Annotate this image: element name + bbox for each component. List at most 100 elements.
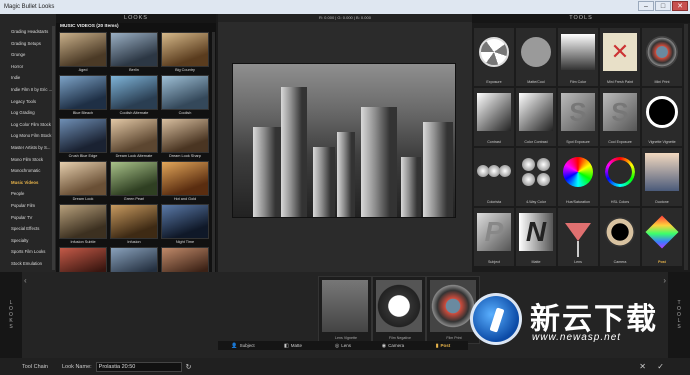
look-thumbnail[interactable]: Big Country	[161, 32, 209, 74]
sidebar-item[interactable]: Popular TV	[0, 212, 56, 224]
look-name-label: Look Name:	[62, 363, 92, 370]
sidebar-item[interactable]: Popular Film	[0, 200, 56, 212]
look-thumbnail[interactable]: Dream Look Alternate	[110, 118, 158, 160]
look-thumbnail[interactable]: Coolish Alternate	[110, 75, 158, 117]
watermark-logo-icon	[470, 293, 522, 345]
sidebar-item[interactable]: Sports Film Looks	[0, 246, 56, 258]
look-name-input[interactable]: Prolastia 20:50	[95, 361, 182, 372]
tools-scrollbar[interactable]	[684, 24, 688, 270]
tool-grad-diag[interactable]: Color Contrast	[516, 88, 556, 146]
close-button[interactable]: ✕	[672, 1, 688, 11]
tool-film-badge[interactable]: Mini Print	[642, 28, 682, 86]
minimize-button[interactable]: –	[638, 1, 654, 11]
tool-letter-p[interactable]: P Subject	[474, 208, 514, 266]
four-way-icon	[518, 150, 554, 194]
tool-disc-gray[interactable]: Matte/Cool	[516, 28, 556, 86]
looks-vertical-tab[interactable]: LOOKS	[0, 272, 22, 358]
sidebar-item[interactable]: Master Artists by S...	[0, 142, 56, 154]
ok-check-icon[interactable]: ✓	[657, 362, 664, 371]
three-way-icon	[476, 150, 512, 194]
title-bar: Magic Bullet Looks – □ ✕	[0, 0, 690, 14]
tool-chain-label[interactable]: Tool Chain	[0, 364, 48, 370]
tab-post[interactable]: ▮ Post	[418, 341, 468, 350]
tool-four-way[interactable]: 4-Way Color	[516, 148, 556, 206]
look-thumbnail[interactable]: Night Time	[161, 204, 209, 246]
tool-letter-s[interactable]: S Spot Exposure	[558, 88, 598, 146]
letter-n-icon: N	[518, 210, 554, 254]
tool-glass[interactable]: Lens	[558, 208, 598, 266]
tool-label: Mini Print	[654, 80, 670, 84]
grad-v-icon	[560, 30, 596, 74]
tool-label: 4-Way Color	[526, 200, 546, 204]
sidebar-item[interactable]: Special Effects	[0, 223, 56, 235]
chevron-right-icon[interactable]: ›	[663, 276, 666, 285]
look-thumbnail[interactable]: Infusion	[110, 204, 158, 246]
sidebar-item[interactable]: Indie Film II by Eric ...	[0, 84, 56, 96]
tool-three-way[interactable]: Colorista	[474, 148, 514, 206]
letter-p-icon: P	[476, 210, 512, 254]
sidebar-item[interactable]: Grunge	[0, 49, 56, 61]
sidebar-item[interactable]: Log Grading	[0, 107, 56, 119]
sidebar-scrollbar[interactable]	[52, 26, 55, 270]
sidebar-item[interactable]: Legacy Tools	[0, 96, 56, 108]
tool-label: Cool Exposure	[608, 140, 632, 144]
tool-color-ring[interactable]: HSL Colors	[600, 148, 640, 206]
look-thumbnail[interactable]: Hot and Gold	[161, 161, 209, 203]
look-thumbnail[interactable]: Green Pearl	[110, 161, 158, 203]
cube-icon	[644, 210, 680, 254]
tool-grad-diag[interactable]: Contrast	[474, 88, 514, 146]
look-preview-image	[59, 118, 107, 153]
chevron-left-icon[interactable]: ‹	[24, 276, 27, 285]
sidebar-item[interactable]: Specialty	[0, 235, 56, 247]
tool-label: Lens	[574, 260, 582, 264]
tool-ring[interactable]: Vignette Vignette	[642, 88, 682, 146]
chain-slot[interactable]: Film Negative	[372, 276, 426, 344]
sidebar-item[interactable]: Log Color Film Stock	[0, 119, 56, 131]
look-thumbnail[interactable]: Crush Blue Edge	[59, 118, 107, 160]
tool-aperture[interactable]: Exposure	[474, 28, 514, 86]
look-preview-image	[59, 161, 107, 196]
tool-label: Hue/Saturation	[566, 200, 590, 204]
tool-cam-ring[interactable]: Camera	[600, 208, 640, 266]
looks-scrollbar[interactable]	[212, 32, 215, 272]
tab-matte[interactable]: ◧ Matte	[268, 341, 318, 350]
sidebar-item[interactable]: Indie	[0, 72, 56, 84]
reset-icon[interactable]: ↻	[186, 363, 192, 371]
maximize-button[interactable]: □	[655, 1, 671, 11]
tab-subject[interactable]: 👤 Subject	[218, 341, 268, 350]
sidebar-item[interactable]: Music Videos	[0, 177, 56, 189]
tab-camera[interactable]: ◉ Camera	[368, 341, 418, 350]
chain-slot-label: Lens Vignette	[335, 336, 357, 340]
look-thumbnail[interactable]: Coolish	[161, 75, 209, 117]
tool-color-wheel[interactable]: Hue/Saturation	[558, 148, 598, 206]
tool-label: Post	[658, 260, 666, 264]
tool-grad-v[interactable]: Film Color	[558, 28, 598, 86]
tool-label: Film Color	[569, 80, 587, 84]
look-thumbnail[interactable]: Dream Look Sharp	[161, 118, 209, 160]
tool-letter-n[interactable]: N Matte	[516, 208, 556, 266]
looks-grid: Aged Berlin Big Country Blue Bleach Coolish …	[59, 32, 211, 289]
look-thumbnail[interactable]: Infusion Subtle	[59, 204, 107, 246]
look-preview-image	[59, 75, 107, 110]
look-thumbnail[interactable]: Berlin	[110, 32, 158, 74]
sidebar-item[interactable]: Mono Film Stock	[0, 154, 56, 166]
chain-slot[interactable]: Lens Vignette	[318, 276, 372, 344]
cancel-icon[interactable]: ✕	[639, 362, 646, 371]
sidebar-item[interactable]: Stock Emulation	[0, 258, 56, 270]
tool-cube[interactable]: Post	[642, 208, 682, 266]
sidebar-item[interactable]: Horror	[0, 61, 56, 73]
tab-lens[interactable]: ◎ Lens	[318, 341, 368, 350]
look-thumbnail[interactable]: Blue Bleach	[59, 75, 107, 117]
sidebar-item[interactable]: Grading Headstarts	[0, 26, 56, 38]
tool-duotone[interactable]: Duotone	[642, 148, 682, 206]
look-thumbnail[interactable]: Aged	[59, 32, 107, 74]
sidebar-item[interactable]: Log Mono Film Stock	[0, 130, 56, 142]
sidebar-item[interactable]: People	[0, 188, 56, 200]
sidebar-item[interactable]: Grading Setups	[0, 38, 56, 50]
preview-image[interactable]	[232, 63, 456, 218]
tool-x-red[interactable]: ✕ Mini Fresh Paint	[600, 28, 640, 86]
tool-letter-s[interactable]: S Cool Exposure	[600, 88, 640, 146]
look-thumbnail[interactable]: Dream Look	[59, 161, 107, 203]
building-shape	[253, 127, 281, 217]
sidebar-item[interactable]: Monochromatic	[0, 165, 56, 177]
